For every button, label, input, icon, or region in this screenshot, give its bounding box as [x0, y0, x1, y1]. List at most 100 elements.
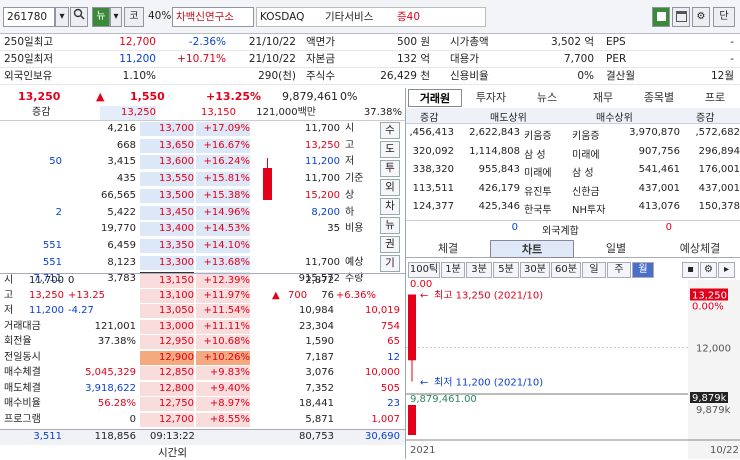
- info-value: -: [730, 36, 734, 48]
- stock-info-field: KOSDAQ 기타서비스 증40: [256, 7, 486, 27]
- chart-square-icon[interactable]: ▪: [682, 262, 699, 278]
- bid-pct: +10.68%: [196, 335, 250, 349]
- bid-row[interactable]: 저 11,200 -4.27 13,050 +11.54% 10,984 10,019: [0, 304, 405, 319]
- tab-right[interactable]: 투자자: [464, 89, 518, 107]
- news-dropdown-icon[interactable]: ▾: [110, 7, 122, 27]
- period-tab[interactable]: 일: [582, 262, 606, 278]
- period-tab[interactable]: 5분: [493, 262, 519, 278]
- sector-label: 기타서비스: [325, 11, 374, 23]
- bid-row[interactable]: 회전율 37.38% 12,950 +10.68% 1,590 65: [0, 335, 405, 350]
- tab-right[interactable]: 프로: [688, 89, 740, 107]
- ask-row[interactable]: 66,565 13,500 +15.38% 15,200 상: [0, 188, 405, 204]
- bid-row[interactable]: 전일동시 12,900 +10.26% 7,187 12: [0, 350, 405, 366]
- ask-row[interactable]: 4,216 13,700 +17.09% 11,700 시: [0, 122, 405, 137]
- bid-row[interactable]: 매도체결 3,918,622 12,800 +9.40% 7,352 505: [0, 381, 405, 397]
- bid-row[interactable]: 매수체결 5,045,329 12,850 +9.83% 3,076 10,000: [0, 366, 405, 381]
- info-label: 액면가: [306, 36, 335, 48]
- bid-pct: +9.83%: [196, 366, 250, 380]
- after-hours-label[interactable]: 시간외: [158, 445, 187, 460]
- high-label: 최고 13,250 (2021/10): [434, 289, 543, 301]
- single-button[interactable]: 단: [713, 7, 735, 27]
- bid-change: 65: [387, 336, 400, 347]
- side-tab[interactable]: 차: [380, 198, 400, 215]
- ask-row[interactable]: 50 3,415 13,600 +16.24% 11,200 저: [0, 155, 405, 170]
- coin-button[interactable]: 코: [124, 7, 144, 27]
- ask-row[interactable]: 668 13,650 +16.67% 13,250 고: [0, 138, 405, 154]
- window-icon[interactable]: [672, 7, 690, 27]
- tab-chart[interactable]: 예상체결: [658, 240, 740, 258]
- ask-pct: +16.67%: [196, 138, 250, 153]
- info-date: 21/10/22: [248, 36, 296, 48]
- tab-right[interactable]: 뉴스: [520, 89, 574, 107]
- info-label: 신용비율: [450, 70, 489, 82]
- tab-right[interactable]: 종목별: [632, 89, 686, 107]
- side-tab[interactable]: 도: [380, 141, 400, 158]
- bid-row[interactable]: 고 13,250 +13.25 13,100 +11.97% 76: [0, 288, 405, 304]
- bid-row[interactable]: 거래대금 121,001 13,000 +11.11% 23,304 754: [0, 319, 405, 335]
- ask-row[interactable]: 551 6,459 13,350 +14.10%: [0, 238, 405, 254]
- bid-pct: +11.54%: [196, 304, 250, 318]
- side-tab[interactable]: 뉴: [380, 217, 400, 234]
- broker-cell: 삼 성: [572, 168, 594, 179]
- info-label: 주식수: [306, 70, 335, 82]
- dropdown-icon[interactable]: ▾: [55, 7, 69, 27]
- ask-row[interactable]: 19,770 13,400 +14.53% 35 비용: [0, 222, 405, 237]
- bid-row[interactable]: 프로그램 0 12,700 +8.55% 5,871 1,007: [0, 412, 405, 428]
- ask-price: 13,400: [140, 222, 194, 237]
- period-tab[interactable]: 60분: [551, 262, 581, 278]
- broker-row[interactable]: 338,320 955,843 미래에 삼 성 541,461 176,001: [406, 163, 740, 180]
- period-tab[interactable]: 주: [607, 262, 631, 278]
- bid-price: 12,950: [140, 335, 194, 349]
- period-tab[interactable]: 100틱: [408, 262, 440, 278]
- chart-expand-icon[interactable]: ▸: [718, 262, 735, 278]
- gear-icon[interactable]: ⚙: [692, 7, 710, 27]
- broker-cell: 437,001: [638, 182, 680, 194]
- tab-chart[interactable]: 체결: [406, 240, 490, 258]
- bid-price: 12,700: [140, 412, 194, 427]
- ask-row[interactable]: 435 13,550 +15.81% 11,700 기준: [0, 172, 405, 187]
- broker-cell: 한국투: [524, 205, 552, 216]
- sub-price: 13,250: [100, 106, 156, 120]
- side-tab[interactable]: 기: [380, 255, 400, 272]
- side-tab[interactable]: 수: [380, 122, 400, 139]
- stock-code-input[interactable]: 261780: [3, 7, 55, 27]
- ask-info-label: 하: [345, 206, 355, 218]
- bid-info-value: 5,045,329: [85, 367, 136, 378]
- ask-qty: 19,770: [101, 223, 136, 235]
- broker-row[interactable]: ,456,413 2,622,843 키움증 키움증 3,970,870 ,572,682: [406, 126, 740, 143]
- ask-row[interactable]: 551 8,123 13,300 +13.68% 11,700 예상: [0, 255, 405, 271]
- ask-pct: +14.10%: [196, 238, 250, 253]
- info-label: EPS: [606, 36, 626, 48]
- right-panel: 거래원 투자자 뉴스 재무 종목별 프로 증감 매도상위 매수상위 증감 ,456,413…: [405, 88, 740, 459]
- ask-row[interactable]: 2 5,422 13,450 +14.96% 8,200 하: [0, 205, 405, 221]
- bid-price: 13,000: [140, 319, 194, 334]
- period-tab[interactable]: 월: [632, 262, 654, 278]
- period-tab[interactable]: 1분: [441, 262, 465, 278]
- bid-qty: 76: [321, 289, 334, 301]
- side-tab[interactable]: 외: [380, 179, 400, 196]
- broker-row[interactable]: 113,511 426,179 유진투 신한금 437,001 437,001: [406, 182, 740, 199]
- broker-row[interactable]: 124,377 425,346 한국투 NH투자 413,076 150,378: [406, 200, 740, 217]
- search-icon[interactable]: [70, 7, 88, 27]
- broker-row[interactable]: 320,092 1,114,808 삼 성 미래에 907,756 296,894: [406, 145, 740, 162]
- side-tab[interactable]: 권: [380, 236, 400, 253]
- period-tab[interactable]: 3분: [466, 262, 492, 278]
- bid-row[interactable]: 매수비율 56.28% 12,750 +8.97% 18,441 23: [0, 397, 405, 412]
- stock-name[interactable]: 차백신연구소: [172, 7, 254, 27]
- news-button[interactable]: 뉴: [92, 7, 110, 27]
- side-tab[interactable]: 투: [380, 160, 400, 177]
- tab-right[interactable]: 거래원: [408, 89, 462, 107]
- info-value: 11,200: [119, 53, 156, 65]
- ask-pct: +15.38%: [196, 188, 250, 203]
- square-icon[interactable]: [652, 7, 670, 27]
- price-tag-pct: 0.00%: [692, 301, 724, 312]
- tab-chart[interactable]: 차트: [490, 240, 574, 258]
- broker-cell: 338,320: [412, 164, 454, 175]
- chart-gear-icon[interactable]: ⚙: [700, 262, 717, 278]
- bid-row[interactable]: 시 11,700 0 13,150 +12.39% 2,872: [0, 273, 405, 288]
- broker-cell: NH투자: [572, 205, 606, 216]
- period-tab[interactable]: 30분: [520, 262, 550, 278]
- price-chart[interactable]: 0.00최고 13,250 (2021/10) ← ← 최저 11,200 (2021…: [406, 280, 740, 459]
- tab-right[interactable]: 재무: [576, 89, 630, 107]
- tab-chart[interactable]: 일별: [574, 240, 658, 258]
